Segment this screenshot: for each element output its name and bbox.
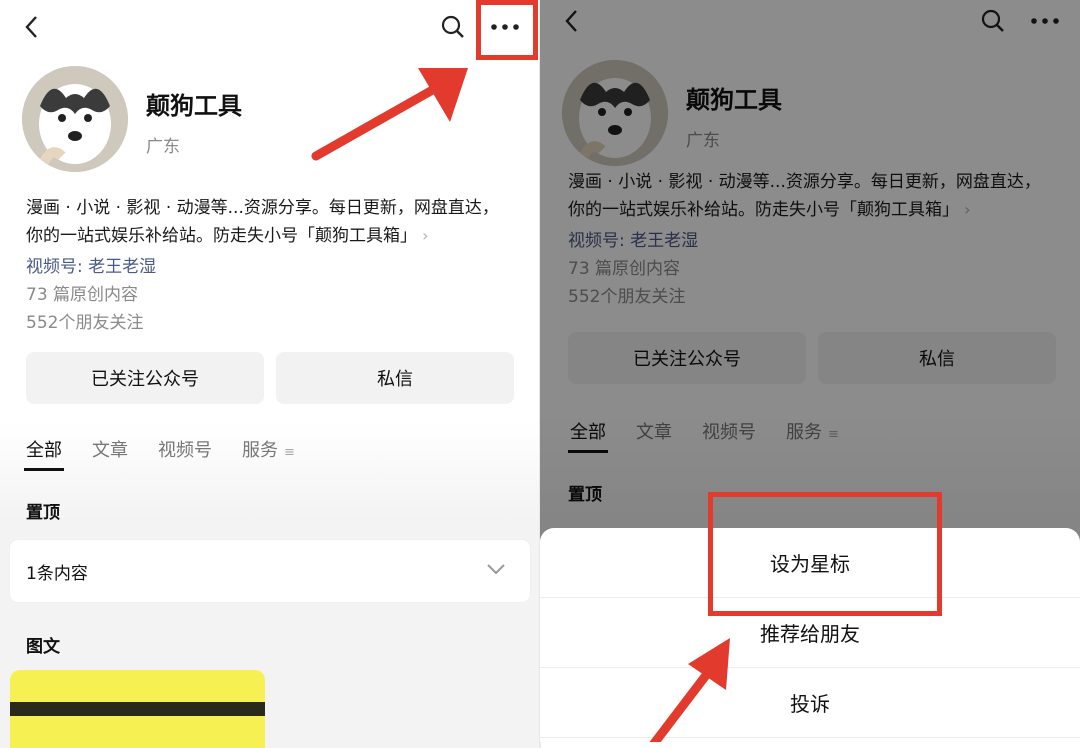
avatar[interactable]	[22, 66, 128, 172]
tab-all[interactable]: 全部	[24, 436, 64, 476]
profile-screen-with-menu: 颠狗工具 广东 漫画 · 小说 · 影视 · 动漫等...资源分享。每日更新，网…	[540, 0, 1080, 742]
arrow-to-more-icon	[311, 68, 468, 161]
chevron-down-icon	[487, 564, 505, 575]
original-count[interactable]: 73 篇原创内容	[26, 280, 138, 305]
bio-line-2-text: 你的一站式娱乐补给站。防走失小号「颠狗工具箱」	[26, 226, 417, 246]
highlight-more-button	[476, 0, 538, 60]
tab-bar: 全部 文章 视频号 服务 ≡	[24, 436, 295, 476]
thumbnail-band	[10, 702, 265, 716]
pinned-card[interactable]: 1条内容	[10, 540, 530, 602]
profile-screen: 颠狗工具 广东 漫画 · 小说 · 影视 · 动漫等...资源分享。每日更新，网…	[0, 0, 540, 748]
bio-line-2[interactable]: 你的一站式娱乐补给站。防走失小号「颠狗工具箱」 ›	[26, 222, 516, 250]
tab-channels[interactable]: 视频号	[158, 436, 212, 476]
chevron-right-icon: ›	[417, 226, 429, 245]
report-item[interactable]: 投诉	[540, 668, 1080, 738]
channel-link[interactable]: 视频号: 老王老湿	[26, 252, 156, 277]
pinned-label: 置顶	[26, 503, 60, 523]
menu-lines-icon: ≡	[284, 445, 295, 460]
arrow-to-star-icon	[649, 638, 730, 742]
account-name: 颠狗工具	[146, 92, 242, 120]
pinned-count: 1条内容	[26, 564, 88, 584]
highlight-set-star	[708, 492, 942, 616]
tab-services: 服务	[242, 440, 278, 461]
post-thumbnail[interactable]	[10, 670, 265, 748]
friends-follow[interactable]: 552个朋友关注	[26, 308, 143, 333]
search-icon[interactable]	[440, 14, 466, 40]
tab-services-wrap[interactable]: 服务 ≡	[242, 436, 295, 476]
husky-avatar-icon	[22, 66, 128, 172]
tab-articles[interactable]: 文章	[92, 436, 128, 476]
message-button[interactable]: 私信	[276, 352, 514, 404]
back-arrow-icon[interactable]	[22, 14, 44, 40]
account-region: 广东	[146, 137, 180, 157]
followed-button[interactable]: 已关注公众号	[26, 352, 264, 404]
bio-line-1: 漫画 · 小说 · 影视 · 动漫等...资源分享。每日更新，网盘直达，	[26, 198, 499, 218]
posts-label: 图文	[26, 637, 60, 657]
